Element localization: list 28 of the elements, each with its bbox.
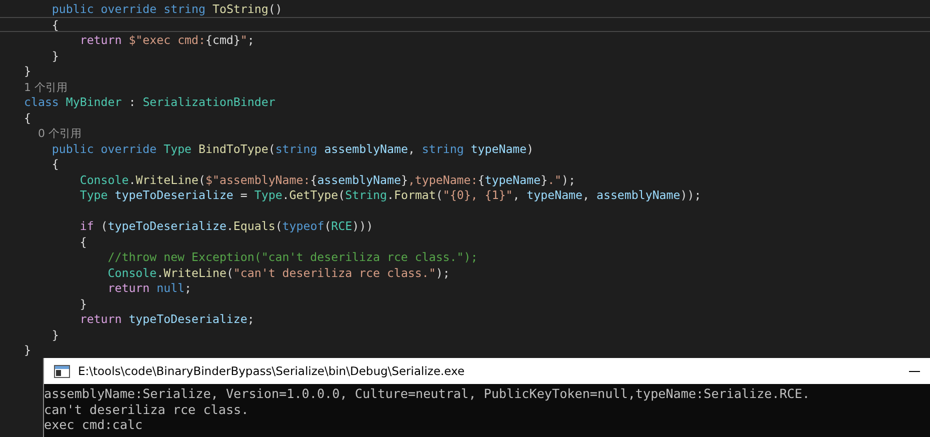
code-line: public override Type BindToType(string assemblyName, string typeName) [50, 140, 535, 156]
code-line: return $"exec cmd:{cmd}"; [78, 32, 256, 48]
code-line: public override string ToString() [50, 1, 284, 16]
code-line: Type typeToDeserialize = Type.GetType(String.Format("{0}, {1}", typeName, assemblyName)); [78, 187, 702, 202]
code-line: } [24, 342, 32, 358]
window-title: E:\tools\code\BinaryBinderBypass\Serialize\bin\Debug\Serialize.exe [78, 364, 466, 378]
console-output-line: can't deseriliza rce class. [44, 402, 250, 417]
console-output-line: assemblyName:Serialize, Version=1.0.0.0, Culture=neutral, PublicKeyToken=null,typeName:Serialize.RCE. [44, 386, 811, 402]
minimize-icon[interactable] [909, 370, 920, 372]
code-line: } [50, 326, 60, 342]
console-app-icon [54, 364, 70, 378]
reference-count: 1 个引用 [24, 80, 68, 94]
code-line: { [0, 16, 930, 32]
console-output-line: exec cmd:calc [44, 417, 144, 432]
code-line: if (typeToDeserialize.Equals(typeof(RCE))) [78, 218, 374, 234]
code-line: return null; [106, 280, 193, 296]
reference-count: 0 个引用 [36, 126, 82, 140]
code-line: class MyBinder : SerializationBinder [24, 94, 276, 110]
code-line: { [78, 234, 88, 249]
code-line: { [24, 110, 32, 125]
code-line: } [78, 296, 88, 311]
code-line: return typeToDeserialize; [78, 311, 256, 326]
code-line: } [24, 63, 32, 78]
code-line: //throw new Exception("can't deseriliza rce class."); [106, 249, 479, 264]
code-line: Console.WriteLine("can't deseriliza rce class."); [106, 264, 451, 280]
code-line: } [50, 48, 60, 63]
code-line: { [50, 156, 60, 172]
code-line: Console.WriteLine($"assemblyName:{assemblyName},typeName:{typeName}."); [78, 172, 576, 187]
